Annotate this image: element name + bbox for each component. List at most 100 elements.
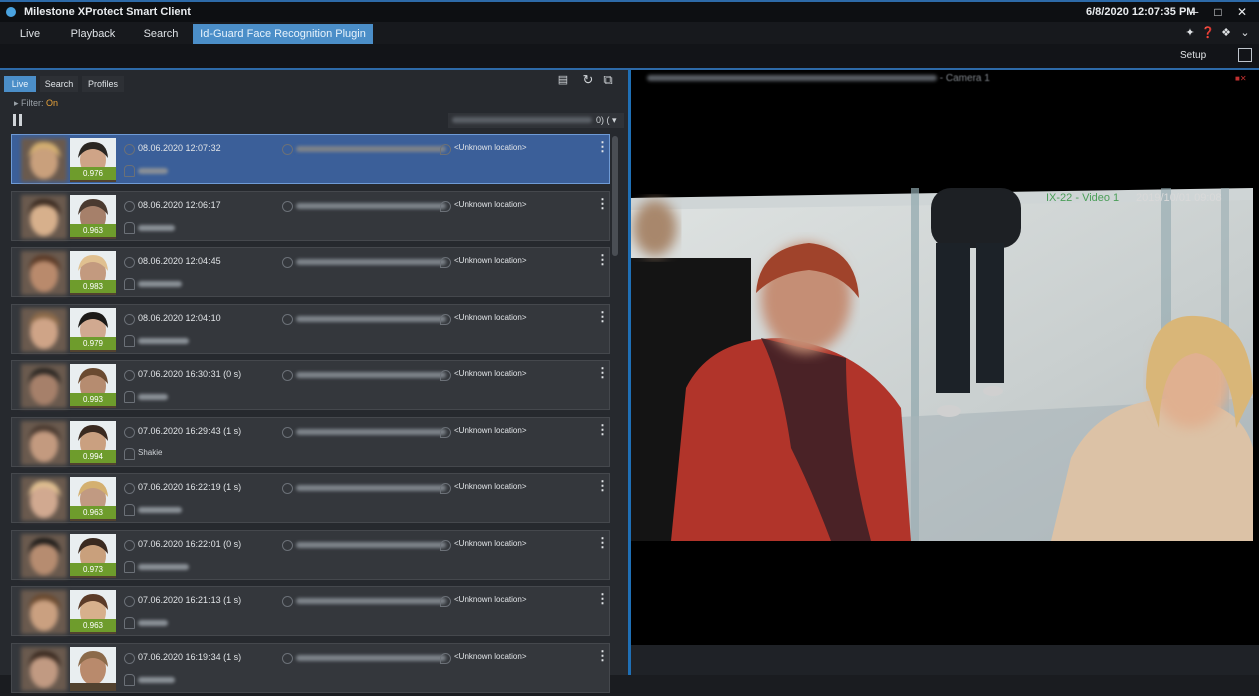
more-options-icon[interactable]: ⋮ [596, 310, 609, 323]
subtab-search[interactable]: Search [40, 76, 78, 92]
filter-label: Filter: [21, 98, 44, 108]
captured-face-thumbnail[interactable] [21, 364, 67, 408]
event-row[interactable]: 0.993 07.06.2020 16:30:31 (0 s) <Unknown… [11, 360, 610, 410]
event-location: <Unknown location> [454, 312, 527, 322]
location-pin-icon [440, 313, 451, 325]
help-icon[interactable]: ❓ [1201, 26, 1215, 40]
title-bar: Milestone XProtect Smart Client 6/8/2020… [0, 0, 1259, 22]
video-bottom-bar [631, 645, 1259, 675]
tab-search[interactable]: Search [134, 24, 188, 44]
more-options-icon[interactable]: ⋮ [596, 253, 609, 266]
captured-face-thumbnail[interactable] [21, 590, 67, 634]
camera-name-blurred [647, 75, 937, 82]
person-name [138, 507, 182, 513]
event-row[interactable]: 0.963 07.06.2020 16:21:13 (1 s) <Unknown… [11, 586, 610, 636]
more-options-icon[interactable]: ⋮ [596, 479, 609, 492]
captured-face-thumbnail[interactable] [21, 307, 67, 352]
chevron-down-icon[interactable]: ⌄ [1238, 26, 1252, 40]
event-location: <Unknown location> [454, 595, 527, 604]
camera-name-blurred [296, 485, 446, 491]
milestone-logo-icon [6, 7, 16, 17]
person-icon [124, 617, 135, 629]
captured-face-thumbnail[interactable] [21, 420, 67, 465]
more-options-icon[interactable]: ⋮ [596, 366, 609, 379]
captured-face-thumbnail[interactable] [21, 138, 67, 182]
event-row[interactable]: 0.963 08.06.2020 12:06:17 <Unknown locat… [11, 190, 610, 241]
match-score-badge: 0.963 [70, 223, 116, 237]
event-row[interactable]: 0.994 07.06.2020 16:29:43 (1 s) Shakie <… [11, 416, 610, 467]
setup-button[interactable]: Setup [1180, 50, 1206, 61]
clock-icon [124, 370, 135, 381]
more-options-icon[interactable]: ⋮ [596, 423, 609, 436]
event-timestamp: 08.06.2020 12:04:10 [138, 312, 221, 323]
tab-live[interactable]: Live [8, 24, 52, 44]
subtab-profiles[interactable]: Profiles [82, 76, 124, 92]
list-view-icon[interactable]: ▤ [556, 73, 570, 87]
camera-name-blurred [296, 202, 446, 209]
person-icon [124, 447, 135, 460]
pin-icon[interactable]: ❖ [1219, 26, 1233, 40]
person-name [138, 676, 175, 683]
event-row[interactable]: 0.973 07.06.2020 16:22:01 (0 s) <Unknown… [11, 529, 610, 580]
close-view-icon[interactable]: ■✕ [1235, 74, 1247, 83]
camera-icon [282, 652, 293, 664]
refresh-icon[interactable]: ↻ [581, 73, 595, 87]
event-row[interactable]: 0.976 08.06.2020 12:07:32 <Unknown locat… [11, 134, 610, 184]
profile-face-thumbnail[interactable] [70, 646, 116, 691]
event-row[interactable]: 0.983 08.06.2020 12:04:45 <Unknown locat… [11, 247, 610, 297]
event-row[interactable]: 07.06.2020 16:19:34 (1 s) <Unknown locat… [11, 642, 610, 693]
camera-select[interactable]: 0) ( ▾ [448, 113, 624, 128]
event-timestamp: 07.06.2020 16:30:31 (0 s) [138, 369, 242, 379]
clock-icon [124, 539, 135, 551]
more-options-icon[interactable]: ⋮ [596, 592, 609, 605]
captured-face-thumbnail[interactable] [21, 533, 67, 578]
event-row[interactable]: 0.979 08.06.2020 12:04:10 <Unknown locat… [11, 303, 610, 354]
network-icon[interactable]: ✦ [1183, 26, 1197, 40]
event-location: <Unknown location> [454, 369, 527, 378]
captured-face-thumbnail[interactable] [21, 477, 67, 521]
camera-icon [282, 596, 293, 607]
subtab-live[interactable]: Live [4, 76, 36, 92]
camera-name-blurred [296, 598, 446, 604]
tab-playback[interactable]: Playback [58, 24, 128, 44]
person-name: Shakie [138, 447, 163, 457]
match-score-badge: 0.963 [70, 506, 116, 519]
captured-face-thumbnail[interactable] [21, 646, 67, 691]
camera-name-blurred [452, 117, 592, 123]
list-scrollbar[interactable] [612, 136, 618, 256]
camera-view: - Camera 1 ■✕ IX-22 - Video 1 2019/10/01… [631, 70, 1259, 645]
more-options-icon[interactable]: ⋮ [596, 649, 609, 662]
maximize-icon[interactable]: □ [1206, 4, 1230, 21]
person-icon [124, 165, 135, 177]
event-location: <Unknown location> [454, 143, 527, 152]
fullscreen-icon[interactable] [1238, 48, 1252, 62]
match-score-badge: 0.973 [70, 562, 116, 576]
more-options-icon[interactable]: ⋮ [596, 197, 609, 210]
event-row[interactable]: 0.963 07.06.2020 16:22:19 (1 s) <Unknown… [11, 473, 610, 523]
location-pin-icon [440, 539, 451, 551]
event-timestamp: 08.06.2020 12:04:45 [138, 256, 221, 266]
setup-bar: Setup [0, 44, 1259, 70]
camera-name-blurred [296, 146, 446, 152]
captured-face-thumbnail[interactable] [21, 194, 67, 239]
person-icon [124, 673, 135, 686]
tab-face-recognition-plugin[interactable]: Id-Guard Face Recognition Plugin [193, 24, 373, 44]
location-pin-icon [440, 144, 451, 155]
video-feed[interactable]: IX-22 - Video 1 2019/10/01 09:08 [631, 188, 1253, 541]
popout-icon[interactable]: ⧉ [601, 73, 615, 87]
match-score-badge: 0.993 [70, 393, 116, 406]
event-location: <Unknown location> [454, 199, 527, 209]
video-frame [631, 188, 1253, 541]
captured-face-thumbnail[interactable] [21, 251, 67, 295]
more-options-icon[interactable]: ⋮ [596, 140, 609, 153]
location-pin-icon [440, 483, 451, 494]
minimize-icon[interactable]: ─ [1182, 4, 1206, 21]
more-options-icon[interactable]: ⋮ [596, 536, 609, 549]
match-score-badge: 0.979 [70, 336, 116, 350]
filter-toggle[interactable]: ▸ Filter: On [14, 98, 58, 109]
clock-icon [124, 144, 135, 155]
video-overlay-time: 2019/10/01 09:08 [1136, 192, 1222, 204]
close-icon[interactable]: ✕ [1230, 4, 1254, 21]
camera-icon [282, 257, 293, 268]
pause-icon[interactable] [13, 114, 23, 126]
